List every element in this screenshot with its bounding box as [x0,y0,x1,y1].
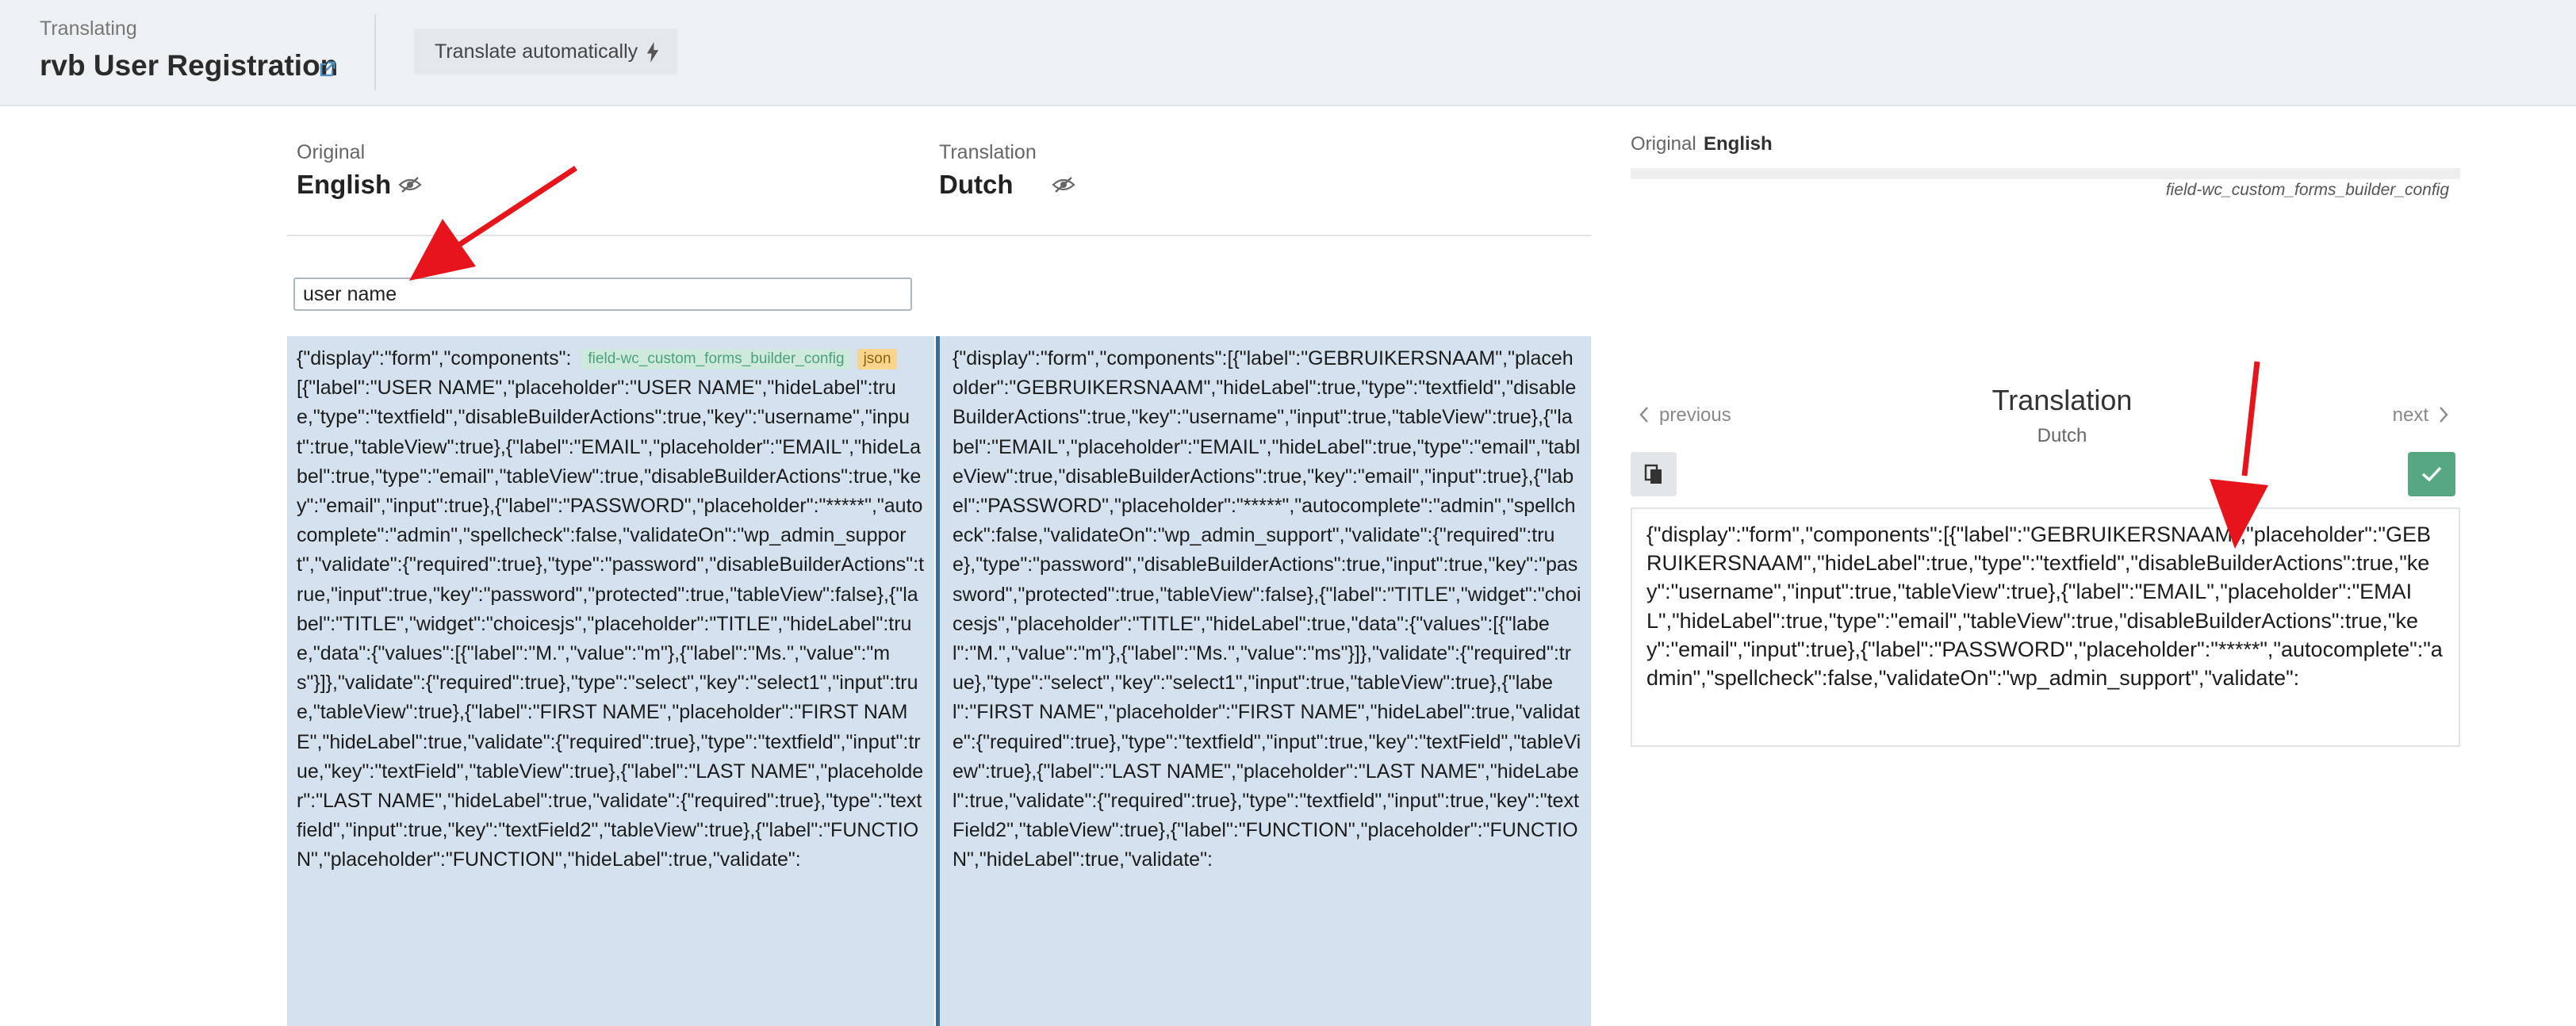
translation-language: Dutch [939,170,1014,199]
copy-icon [1644,464,1662,484]
translation-subtitle: Dutch [2037,425,2087,446]
annotation-arrow-left [409,166,577,281]
translation-caption: Translation [939,141,1037,163]
external-link-icon[interactable] [316,59,338,81]
field-tag: field-wc_custom_forms_builder_config [581,349,851,369]
chevron-right-icon [2440,407,2448,423]
translate-automatically-button[interactable]: Translate automatically [414,29,677,75]
rp-original-language: English [1704,133,1773,155]
header-separator [287,235,1591,236]
translation-text-column[interactable]: {"display":"form","components":[{"label"… [936,336,1591,1026]
eye-slash-icon[interactable] [1052,176,1075,193]
previous-label: previous [1659,404,1731,426]
bolt-icon [646,42,659,63]
translation-title: Translation [1991,384,2133,416]
next-label: next [2392,404,2428,426]
header-divider [374,14,376,90]
original-caption: Original [297,141,366,163]
translation-text: {"display":"form","components":[{"label"… [953,347,1581,871]
original-text-body: [{"label":"USER NAME","placeholder":"USE… [297,377,925,871]
rp-original-caption: Original [1631,133,1696,155]
translation-editor-text: {"display":"form","components":[{"label"… [1646,523,2443,691]
original-text-column[interactable]: {"display":"form","components": field-wc… [287,336,934,1026]
copy-original-button[interactable] [1631,452,1677,496]
format-tag: json [857,349,898,369]
save-translation-button[interactable] [2408,452,2455,496]
translate-automatically-label: Translate automatically [435,40,638,63]
original-language: English [297,170,392,199]
next-button[interactable]: next [2393,404,2449,427]
previous-button[interactable]: previous [1639,404,1731,427]
original-text-first-line: {"display":"form","components": [297,347,572,369]
chevron-left-icon [1639,407,1648,423]
check-icon [2421,466,2442,482]
search-input[interactable] [293,278,912,311]
context-label: Translating [40,17,137,40]
original-preview-bar [1631,168,2460,179]
eye-slash-icon[interactable] [398,176,422,193]
top-bar: Translating rvb User Registration Transl… [0,0,2576,106]
page-title: rvb User Registration [40,49,339,82]
field-key-label: field-wc_custom_forms_builder_config [2165,181,2449,199]
translation-editor[interactable]: {"display":"form","components":[{"label"… [1631,507,2460,747]
